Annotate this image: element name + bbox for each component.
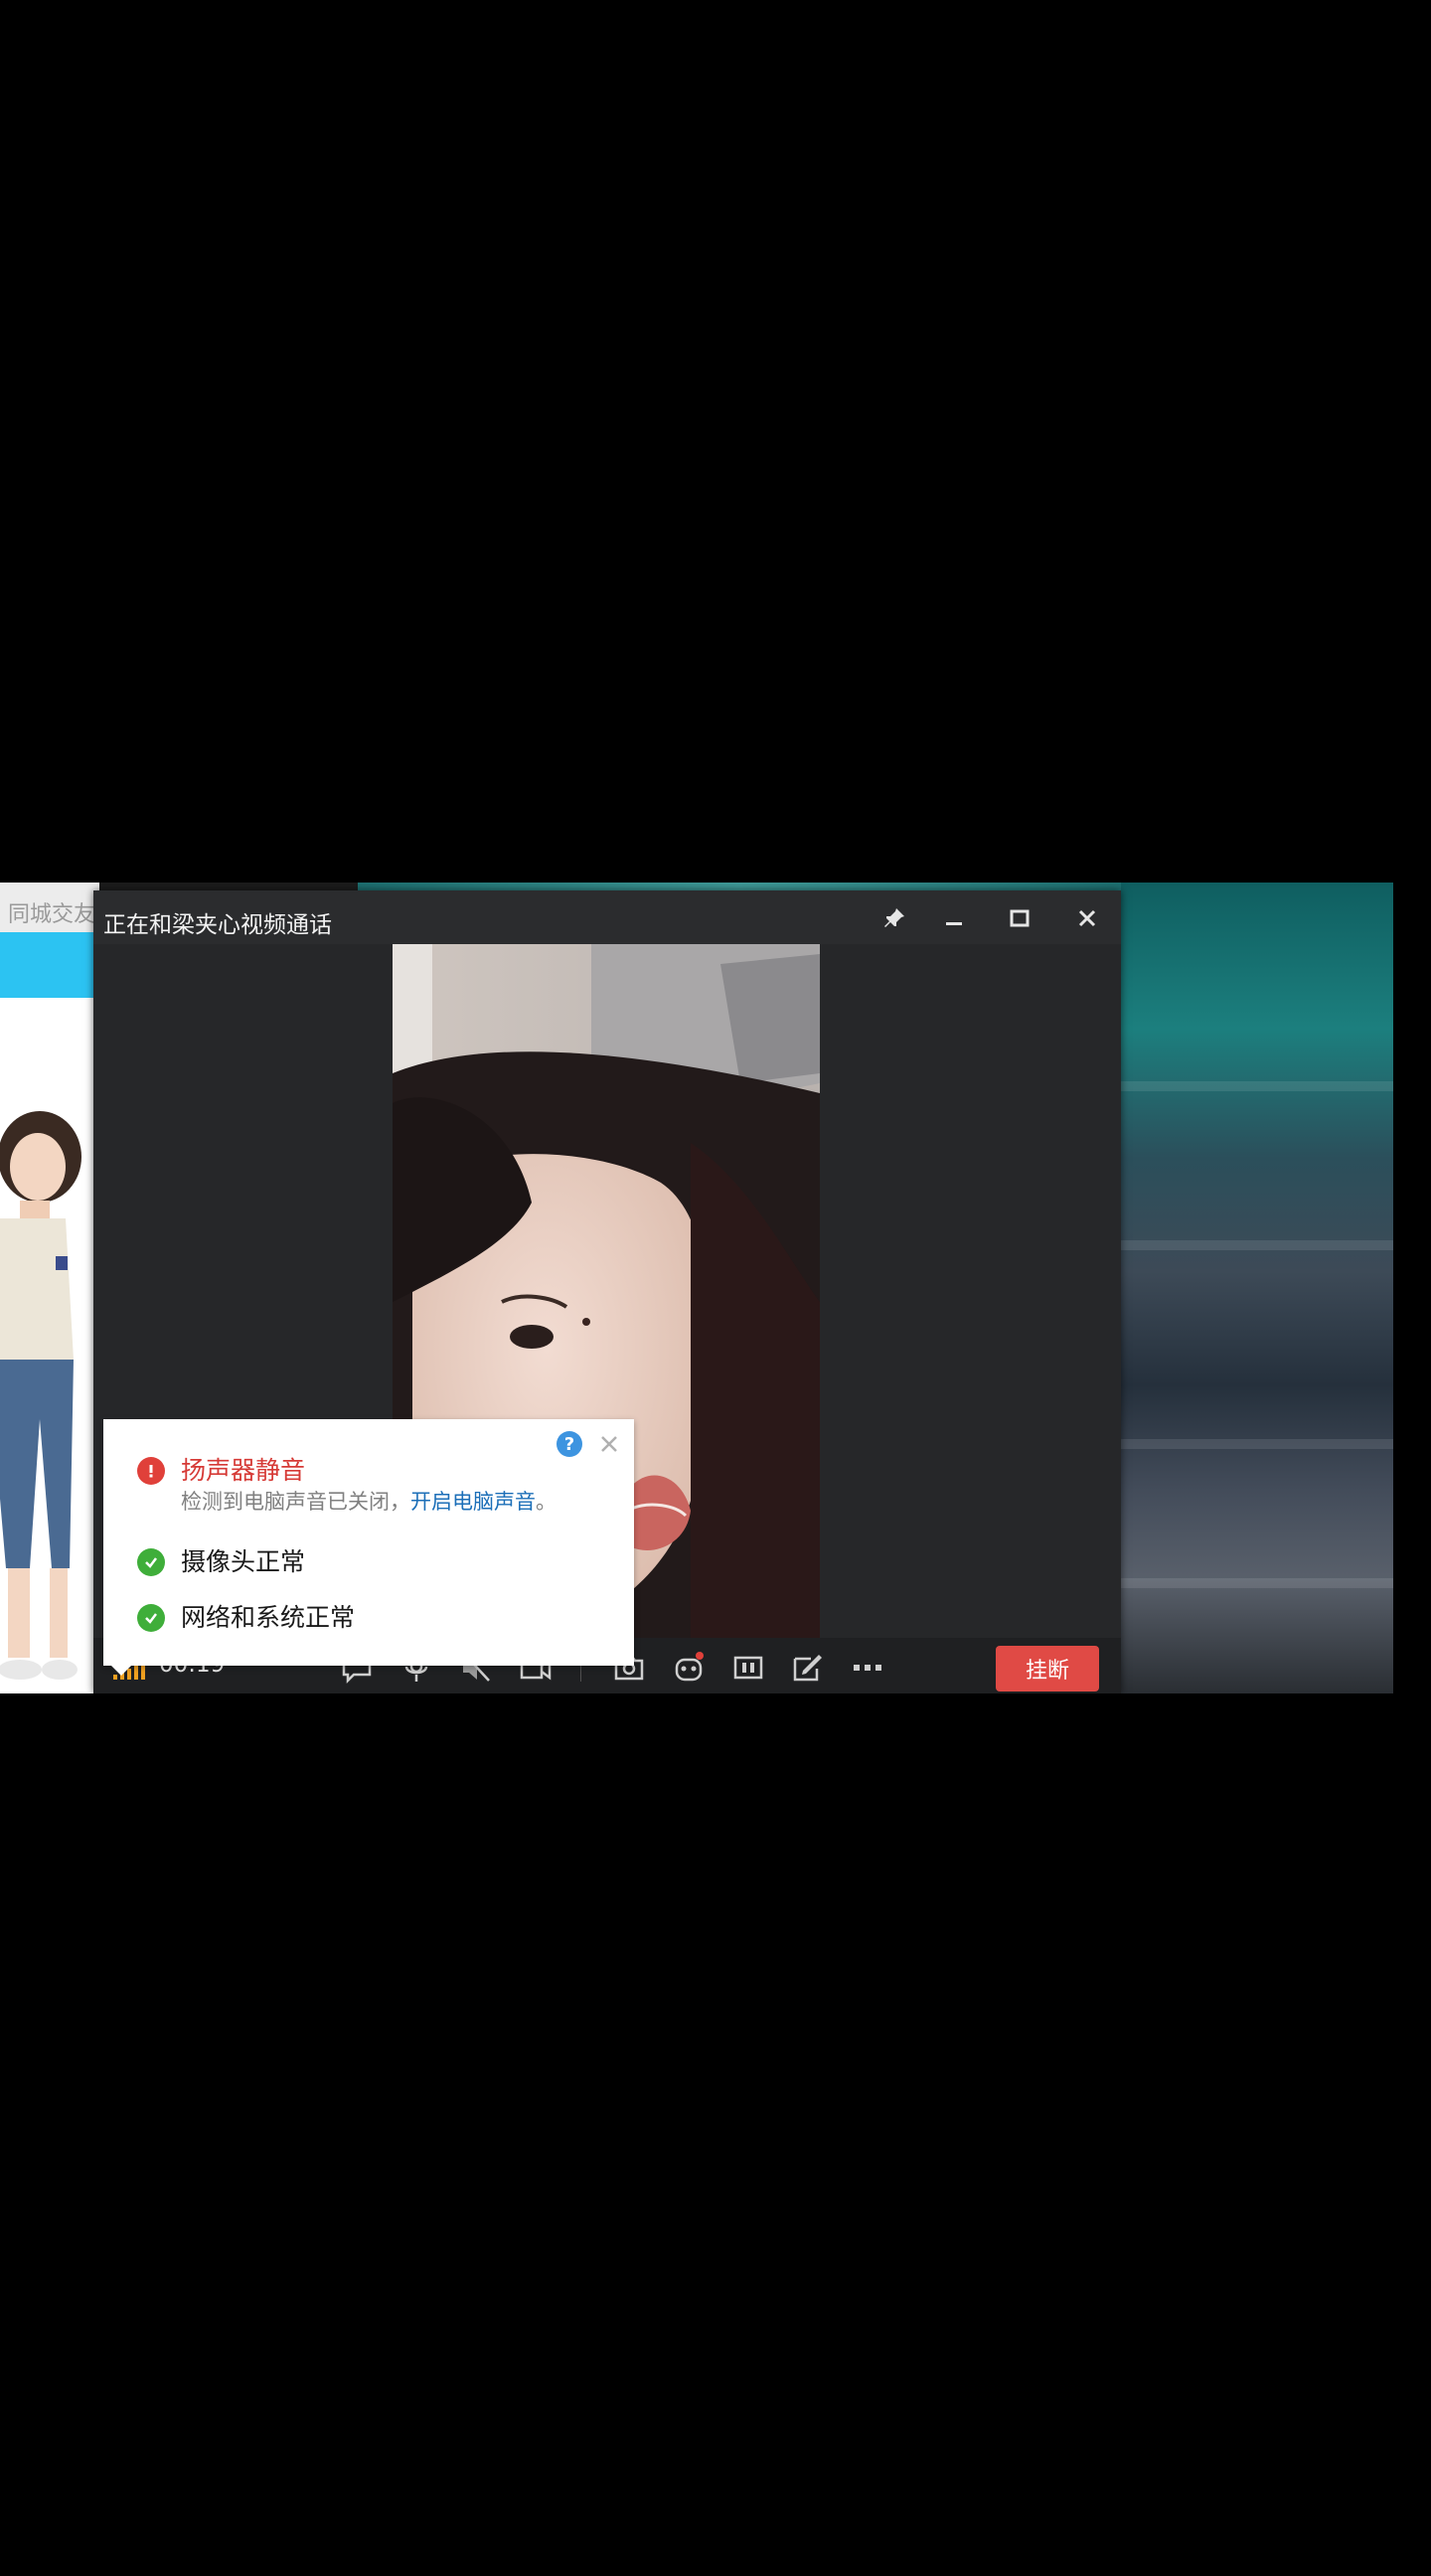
scene-stripe	[1121, 1578, 1393, 1588]
device-status-popup: ? 扬声器静音 检测到电脑声音已关闭，开启电脑声音。 摄像头正常 网络和系统正常	[103, 1419, 634, 1676]
maximize-icon	[1010, 909, 1030, 927]
pin-button[interactable]	[876, 900, 912, 936]
speaker-desc-suffix: 。	[536, 1490, 556, 1514]
scene-stripe	[1121, 1081, 1393, 1091]
effects-button[interactable]	[668, 1648, 710, 1688]
hangup-button[interactable]: 挂断	[996, 1646, 1099, 1691]
scene-stripe	[1121, 1439, 1393, 1449]
minimize-icon	[946, 922, 962, 925]
cartoon-girl-avatar	[0, 1111, 81, 1680]
background-app-titlebar: 同城交友	[0, 883, 99, 932]
call-title: 正在和梁夹心视频通话	[103, 912, 332, 938]
maximize-button[interactable]	[1002, 900, 1037, 936]
split-layout-icon	[733, 1656, 763, 1680]
network-status-row: 网络和系统正常	[137, 1602, 355, 1634]
check-icon	[137, 1604, 165, 1632]
face-effects-icon	[675, 1652, 704, 1682]
layout-button[interactable]	[727, 1648, 769, 1688]
speaker-status-row: 扬声器静音 检测到电脑声音已关闭，开启电脑声音。	[137, 1455, 556, 1517]
maximize-icon[interactable]	[58, 1008, 74, 1024]
background-app-window: 同城交友	[0, 883, 99, 1693]
close-icon	[601, 1436, 617, 1452]
background-app-title: 同城交友	[8, 902, 96, 927]
whiteboard-button[interactable]	[787, 1648, 829, 1688]
speaker-desc-text: 检测到电脑声音已关闭，	[181, 1490, 410, 1514]
check-icon	[137, 1548, 165, 1576]
call-titlebar[interactable]: 正在和梁夹心视频通话	[93, 890, 1121, 944]
speaker-status-title: 扬声器静音	[181, 1456, 306, 1485]
minimize-button[interactable]	[936, 900, 972, 936]
scene-stripe	[1121, 1240, 1393, 1250]
minimize-icon[interactable]	[0, 1018, 16, 1020]
speaker-status-desc: 检测到电脑声音已关闭，开启电脑声音。	[181, 1487, 556, 1517]
pin-icon	[884, 908, 904, 927]
popup-close-button[interactable]	[594, 1429, 624, 1459]
close-button[interactable]	[1069, 900, 1105, 936]
enable-sound-link[interactable]: 开启电脑声音	[410, 1490, 536, 1514]
popup-pointer	[111, 1666, 131, 1676]
more-dots-icon	[854, 1665, 881, 1671]
more-button[interactable]	[847, 1648, 888, 1688]
error-icon	[137, 1457, 165, 1485]
help-icon[interactable]: ?	[556, 1431, 582, 1457]
camera-status-title: 摄像头正常	[181, 1547, 306, 1576]
camera-status-row: 摄像头正常	[137, 1546, 305, 1578]
network-status-title: 网络和系统正常	[181, 1603, 356, 1632]
desktop-screen: 同城交友 正在和梁夹心视频通话 挂断 ? 扬声器静音 检测到电脑声音已关闭，开启…	[0, 883, 1393, 1693]
close-icon	[1078, 909, 1096, 927]
background-app-toolbar	[0, 932, 99, 1024]
background-video-scene	[1121, 883, 1393, 1693]
edit-icon	[793, 1655, 822, 1682]
